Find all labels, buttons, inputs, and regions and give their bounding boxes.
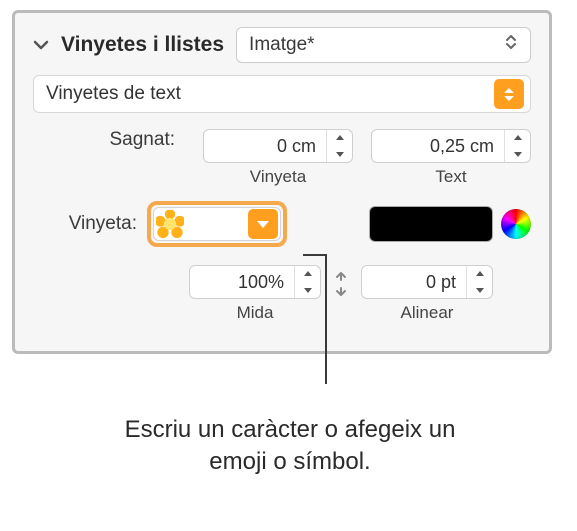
bullet-char-dropdown-button[interactable]: [248, 209, 278, 239]
step-down-icon[interactable]: [505, 146, 530, 163]
align-caption: Alinear: [401, 303, 454, 323]
chevron-down-icon: [257, 221, 269, 228]
size-stepper[interactable]: [294, 265, 320, 299]
bullets-panel: Vinyetes i llistes Imatge* Vinyetes de t…: [12, 10, 552, 354]
step-down-icon[interactable]: [295, 282, 320, 299]
step-down-icon[interactable]: [327, 146, 352, 163]
bullet-char-highlight: [147, 201, 287, 247]
list-style-value: Imatge*: [249, 34, 314, 56]
step-up-icon[interactable]: [295, 265, 320, 282]
align-value: 0 pt: [362, 272, 466, 293]
bullet-indent-stepper[interactable]: [326, 129, 352, 163]
text-bullets-dropdown-button[interactable]: [494, 79, 524, 109]
chevron-updown-icon: [504, 88, 514, 101]
text-indent-stepper[interactable]: [504, 129, 530, 163]
size-field[interactable]: 100%: [189, 265, 321, 299]
text-indent-field[interactable]: 0,25 cm: [371, 129, 531, 163]
bullet-indent-value: 0 cm: [204, 136, 326, 157]
align-lock-icon[interactable]: [331, 271, 351, 303]
bullet-char-field[interactable]: [153, 207, 281, 241]
chevron-updown-icon: [504, 33, 518, 57]
align-field[interactable]: 0 pt: [361, 265, 493, 299]
disclosure-chevron-icon[interactable]: [33, 37, 49, 53]
flower-icon: [156, 210, 184, 238]
step-up-icon[interactable]: [505, 129, 530, 146]
indent-label: Sagnat:: [33, 129, 185, 151]
text-bullets-select[interactable]: Vinyetes de text: [33, 75, 531, 113]
text-indent-caption: Text: [435, 167, 466, 187]
section-title: Vinyetes i llistes: [61, 33, 224, 57]
bullet-indent-field[interactable]: 0 cm: [203, 129, 353, 163]
bullet-label: Vinyeta:: [33, 213, 147, 235]
align-stepper[interactable]: [466, 265, 492, 299]
size-value: 100%: [190, 272, 294, 293]
callout-connector: [303, 254, 327, 256]
list-style-select[interactable]: Imatge*: [236, 27, 531, 63]
callout-text: Escriu un caràcter o afegeix un emoji o …: [100, 414, 480, 479]
step-up-icon[interactable]: [467, 265, 492, 282]
size-caption: Mida: [237, 303, 274, 323]
text-bullets-label: Vinyetes de text: [46, 83, 494, 105]
bullet-indent-caption: Vinyeta: [250, 167, 306, 187]
callout-connector: [325, 254, 327, 384]
color-wheel-icon[interactable]: [501, 209, 531, 239]
color-well[interactable]: [369, 206, 493, 242]
step-down-icon[interactable]: [467, 282, 492, 299]
text-indent-value: 0,25 cm: [372, 136, 504, 157]
step-up-icon[interactable]: [327, 129, 352, 146]
